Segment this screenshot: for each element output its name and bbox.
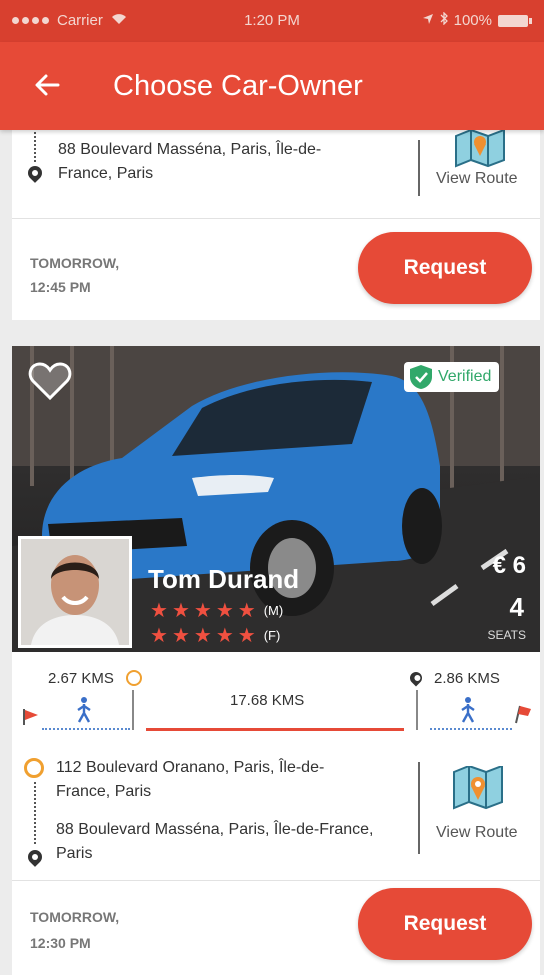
walk-path-line — [42, 728, 130, 730]
seats-count: 4 — [509, 592, 524, 622]
drop-address: 88 Boulevard Masséna, Paris, Île-de-Fran… — [58, 141, 322, 182]
star-icon: ★ — [171, 600, 190, 622]
ride-path-line — [146, 728, 404, 731]
avatar[interactable] — [18, 536, 132, 648]
car-photo: Verified Tom Durand ★ ★ ★ ★ ★ (M) ★ ★ ★ ★ ★ (F) … — [12, 346, 540, 652]
star-icon: ★ — [150, 625, 168, 647]
star-icon: ★ — [193, 625, 212, 647]
battery-percent: 100% — [453, 12, 492, 29]
star-icon: ★ — [237, 625, 256, 647]
view-route-link[interactable]: View Route — [436, 824, 518, 842]
drop-pin-icon — [25, 163, 45, 183]
ride-day: TOMORROW, — [30, 255, 120, 271]
pickup-separator — [132, 690, 134, 730]
view-route-link[interactable]: View Route — [436, 170, 518, 188]
status-bar: Carrier 1:20 PM 100% — [0, 0, 544, 42]
star-icon: ★ — [193, 600, 212, 622]
bluetooth-icon — [440, 11, 448, 29]
start-flag-icon — [23, 709, 38, 725]
rating-male-tag: (M) — [263, 603, 284, 618]
route-dotted-line — [34, 782, 36, 844]
pickup-address: 112 Boulevard Oranano, Paris, Île-de-Fra… — [56, 759, 325, 800]
route-dotted-line — [34, 132, 36, 162]
verified-label: Verified — [438, 368, 492, 385]
map-icon[interactable] — [454, 130, 506, 174]
card-divider — [12, 218, 540, 219]
request-button[interactable]: Request — [358, 888, 532, 960]
page-title: Choose Car-Owner — [113, 70, 363, 102]
route-separator — [418, 762, 420, 854]
walk-path-line — [430, 728, 512, 730]
drop-marker-icon — [407, 669, 425, 687]
map-icon[interactable] — [452, 766, 504, 810]
ride-time: 12:45 PM — [30, 279, 91, 295]
shield-check-icon — [410, 365, 432, 389]
verified-badge: Verified — [404, 362, 500, 392]
back-button[interactable] — [30, 68, 66, 104]
arrow-left-icon — [35, 74, 60, 96]
route-separator — [418, 140, 420, 196]
status-right: 100% — [422, 11, 532, 29]
pickup-circle-icon — [24, 758, 44, 778]
ride-card[interactable]: Verified Tom Durand ★ ★ ★ ★ ★ (M) ★ ★ ★ ★ ★ (F) … — [12, 346, 540, 975]
favorite-heart-icon[interactable] — [28, 362, 72, 402]
rating-female: ★ ★ ★ ★ ★ (F) — [150, 623, 280, 648]
ride-price: € 6 — [492, 552, 526, 579]
drop-separator — [416, 690, 418, 730]
star-icon: ★ — [215, 625, 234, 647]
location-icon — [422, 12, 434, 29]
owner-photo — [21, 539, 129, 645]
walking-icon — [461, 697, 475, 723]
star-icon: ★ — [171, 625, 190, 647]
owner-name: Tom Durand — [148, 564, 300, 594]
ride-distance: 17.68 KMS — [230, 692, 305, 709]
star-icon: ★ — [215, 600, 234, 622]
seats-label: SEATS — [487, 628, 526, 642]
walk-from-drop-distance: 2.86 KMS — [434, 670, 500, 687]
end-flag-icon — [515, 705, 531, 724]
request-button[interactable]: Request — [358, 232, 532, 304]
drop-pin-icon — [25, 847, 45, 867]
app-bar: Choose Car-Owner — [0, 42, 544, 130]
pickup-marker-icon — [126, 670, 142, 686]
card-divider — [12, 880, 540, 881]
ride-time: 12:30 PM — [30, 935, 91, 951]
star-icon: ★ — [150, 600, 168, 622]
ride-day: TOMORROW, — [30, 909, 120, 925]
star-icon: ★ — [237, 600, 256, 622]
rating-female-tag: (F) — [263, 628, 281, 643]
walk-to-pickup-distance: 2.67 KMS — [48, 670, 114, 687]
ride-card[interactable]: 88 Boulevard Masséna, Paris, Île-de-Fran… — [12, 130, 540, 320]
rating-male: ★ ★ ★ ★ ★ (M) — [150, 598, 283, 623]
battery-icon — [498, 14, 532, 27]
drop-address: 88 Boulevard Masséna, Paris, Île-de-Fran… — [56, 821, 374, 862]
walking-icon — [77, 697, 91, 723]
